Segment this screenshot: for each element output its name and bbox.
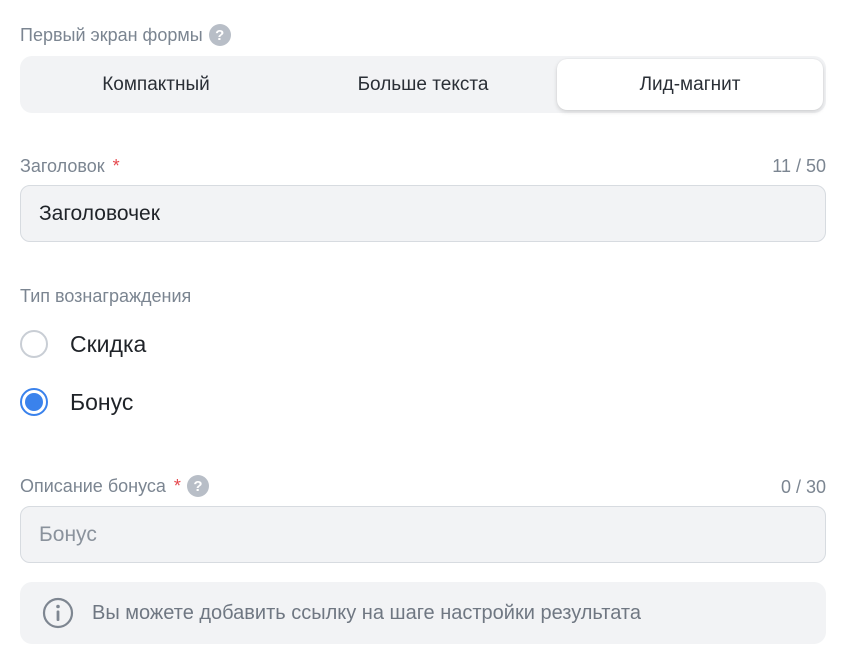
info-text: Вы можете добавить ссылку на шаге настро… [92, 601, 641, 624]
info-icon [42, 597, 74, 629]
title-label: Заголовок [20, 156, 105, 176]
title-input[interactable] [20, 185, 826, 242]
bonus-description-label-row: Описание бонуса * ? [20, 475, 209, 497]
radio-discount-label: Скидка [70, 330, 147, 357]
radio-discount[interactable]: Скидка [20, 330, 146, 358]
reward-type-label: Тип вознаграждения [20, 286, 191, 307]
help-icon[interactable]: ? [186, 475, 209, 497]
first-screen-label-row: Первый экран формы ? [20, 24, 231, 46]
segment-more-text-label: Больше текста [357, 73, 489, 95]
radio-bonus[interactable]: Бонус [20, 388, 133, 416]
reward-type-label-text: Тип вознаграждения [20, 286, 192, 306]
required-mark: * [112, 156, 120, 176]
radio-bonus-label: Бонус [70, 388, 134, 415]
segment-more-text[interactable]: Больше текста [290, 59, 556, 110]
radio-discount-circle[interactable] [20, 330, 48, 358]
segment-compact-label: Компактный [102, 73, 210, 95]
help-icon[interactable]: ? [208, 24, 231, 46]
required-mark: * [173, 475, 181, 496]
radio-bonus-circle[interactable] [20, 388, 48, 416]
radio-selected-dot [25, 393, 43, 411]
first-screen-segmented-control: Компактный Больше текста Лид-магнит [20, 56, 826, 113]
bonus-description-input[interactable] [20, 506, 826, 563]
title-counter: 11 / 50 [772, 156, 826, 176]
segment-lead-magnet[interactable]: Лид-магнит [557, 59, 823, 110]
bonus-description-counter: 0 / 30 [780, 477, 826, 497]
segment-compact[interactable]: Компактный [23, 59, 289, 110]
bonus-description-label: Описание бонуса [20, 475, 166, 496]
info-box: Вы можете добавить ссылку на шаге настро… [20, 582, 826, 644]
title-label-row: Заголовок * [20, 156, 120, 177]
segment-lead-magnet-label: Лид-магнит [639, 73, 741, 95]
first-screen-label: Первый экран формы [20, 24, 203, 45]
